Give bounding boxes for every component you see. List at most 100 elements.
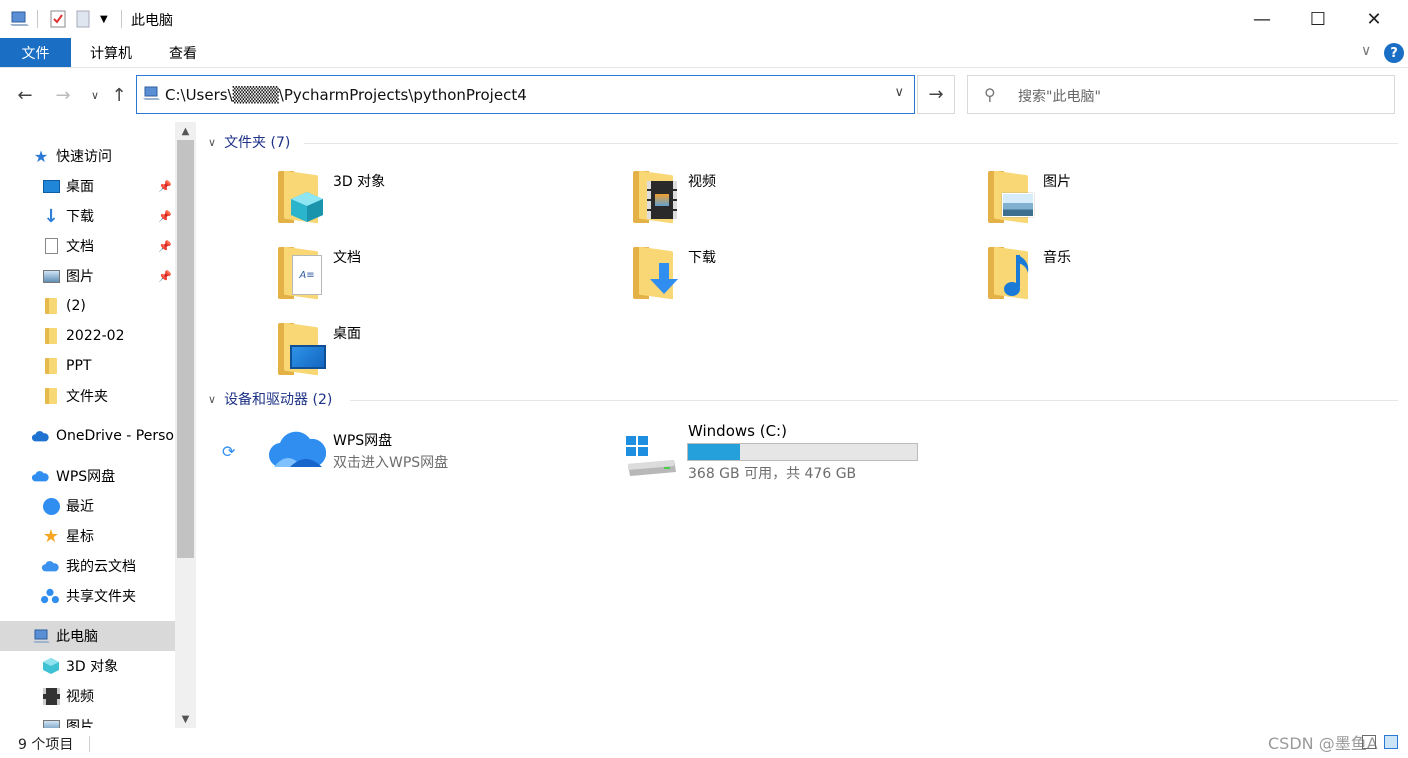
- search-box[interactable]: ⚲ 搜索"此电脑": [967, 75, 1395, 114]
- sidebar-item-pictures[interactable]: 图片: [0, 711, 175, 728]
- chevron-down-icon[interactable]: ∨: [208, 136, 216, 149]
- pin-icon[interactable]: 📌: [158, 210, 172, 223]
- sidebar-item-this-pc[interactable]: 此电脑: [0, 621, 175, 651]
- folder-name: 文档: [333, 250, 361, 266]
- sidebar-item-starred[interactable]: ★ 星标: [0, 521, 175, 551]
- large-icons-view-icon[interactable]: [1384, 735, 1398, 749]
- up-button[interactable]: ↑: [108, 83, 130, 107]
- drive-usage-bar: [687, 443, 918, 461]
- devices-group-header[interactable]: ∨ 设备和驱动器 (2): [208, 388, 332, 410]
- drive-subtitle: 双击进入WPS网盘: [333, 455, 449, 471]
- recent-locations-button[interactable]: ∨: [84, 83, 106, 107]
- tab-view[interactable]: 查看: [158, 38, 208, 67]
- sync-icon: ⟳: [222, 442, 236, 461]
- sidebar-item-documents[interactable]: 文档 📌: [0, 231, 175, 261]
- computer-icon: [33, 627, 51, 645]
- sidebar-item-desktop[interactable]: 桌面 📌: [0, 171, 175, 201]
- scroll-thumb[interactable]: [177, 140, 194, 558]
- folder-name: 音乐: [1043, 250, 1071, 266]
- folder-tile-downloads[interactable]: 下载: [631, 246, 971, 311]
- sidebar-item-recent[interactable]: 最近: [0, 491, 175, 521]
- expand-ribbon-icon[interactable]: ∨: [1361, 43, 1371, 59]
- maximize-button[interactable]: ☐: [1289, 0, 1347, 38]
- navigation-bar: ← → ∨ ↑ C:\Users\▒▒▒▒\PycharmProjects\py…: [0, 70, 1408, 120]
- sidebar-item-folder[interactable]: (2): [0, 291, 175, 321]
- go-button[interactable]: →: [917, 75, 955, 114]
- content-pane: ∨ 文件夹 (7) 3D 对象 视频 图片 A≡ 文档 下载 音乐 桌面 ∨ 设…: [200, 122, 1408, 728]
- c-drive-tile[interactable]: Windows (C:) 368 GB 可用，共 476 GB: [624, 420, 954, 484]
- folder-tile-videos[interactable]: 视频: [631, 170, 971, 235]
- folders-group-header[interactable]: ∨ 文件夹 (7): [208, 131, 290, 153]
- folder-tile-music[interactable]: 音乐: [986, 246, 1326, 311]
- sidebar-item-label: 此电脑: [56, 629, 98, 645]
- scroll-down-icon[interactable]: ▼: [175, 710, 196, 728]
- sidebar-item-downloads[interactable]: ↓ 下载 📌: [0, 201, 175, 231]
- minimize-button[interactable]: —: [1233, 0, 1291, 38]
- forward-button[interactable]: →: [52, 83, 74, 107]
- customize-toolbar-icon[interactable]: ▼: [100, 8, 108, 30]
- picture-icon: [42, 717, 60, 728]
- search-input[interactable]: 搜索"此电脑": [1018, 86, 1101, 106]
- properties-icon[interactable]: [50, 8, 66, 30]
- folder-tile-3d-objects[interactable]: 3D 对象: [276, 170, 616, 235]
- sidebar-item-label: 视频: [66, 689, 94, 705]
- folder-tile-pictures[interactable]: 图片: [986, 170, 1326, 235]
- chevron-down-icon[interactable]: ∨: [894, 85, 904, 100]
- help-icon[interactable]: ?: [1384, 43, 1404, 63]
- sidebar-item-pictures[interactable]: 图片 📌: [0, 261, 175, 291]
- wps-drive-tile[interactable]: ⟳ WPS网盘 双击进入WPS网盘: [220, 422, 520, 482]
- folder-name: 桌面: [333, 326, 361, 342]
- cube-icon: [42, 657, 60, 675]
- sidebar-item-label: 共享文件夹: [66, 589, 136, 605]
- address-path[interactable]: C:\Users\▒▒▒▒\PycharmProjects\pythonProj…: [165, 86, 527, 104]
- tab-computer[interactable]: 计算机: [80, 38, 142, 67]
- sidebar-item-quick-access[interactable]: ★ 快速访问: [0, 141, 175, 171]
- details-view-icon[interactable]: [1362, 735, 1376, 749]
- folder-tile-documents[interactable]: A≡ 文档: [276, 246, 616, 311]
- sidebar-item-label: PPT: [66, 358, 92, 374]
- sidebar-item-label: WPS网盘: [56, 469, 116, 485]
- sidebar-item-videos[interactable]: 视频: [0, 681, 175, 711]
- video-icon: [42, 687, 60, 705]
- cube-folder-icon: [278, 170, 323, 224]
- group-title: 文件夹 (7): [224, 135, 291, 151]
- sidebar-item-folder[interactable]: 文件夹: [0, 381, 175, 411]
- close-button[interactable]: ✕: [1345, 0, 1403, 38]
- document-folder-icon: A≡: [278, 246, 322, 300]
- sidebar-item-3d-objects[interactable]: 3D 对象: [0, 651, 175, 681]
- sidebar-item-onedrive[interactable]: OneDrive - Personal: [0, 421, 175, 451]
- new-folder-icon[interactable]: [76, 8, 90, 30]
- chevron-down-icon[interactable]: ∨: [208, 393, 216, 406]
- search-icon: ⚲: [984, 85, 996, 104]
- sidebar-item-cloud-docs[interactable]: 我的云文档: [0, 551, 175, 581]
- sidebar-item-folder[interactable]: 2022-02: [0, 321, 175, 351]
- sidebar-item-folder[interactable]: PPT: [0, 351, 175, 381]
- folder-icon: [42, 327, 60, 345]
- sidebar-item-label: 2022-02: [66, 328, 125, 344]
- star-icon: ★: [42, 525, 60, 547]
- pin-icon[interactable]: 📌: [158, 180, 172, 193]
- pin-icon[interactable]: 📌: [158, 240, 172, 253]
- scroll-up-icon[interactable]: ▲: [175, 122, 196, 140]
- title-bar: ▼ 此电脑 — ☐ ✕: [0, 0, 1408, 38]
- pin-icon[interactable]: 📌: [158, 270, 172, 283]
- share-icon: [41, 587, 59, 605]
- clock-icon: [42, 497, 60, 515]
- star-icon: ★: [33, 146, 49, 166]
- sidebar-item-label: 星标: [66, 529, 94, 545]
- folder-tile-desktop[interactable]: 桌面: [276, 322, 616, 387]
- window-title: 此电脑: [131, 13, 173, 29]
- sidebar-item-label: (2): [66, 298, 86, 314]
- tab-file[interactable]: 文件: [0, 38, 71, 67]
- cloud-doc-icon: [41, 557, 59, 575]
- sidebar-item-wps[interactable]: WPS网盘: [0, 461, 175, 491]
- document-icon: [42, 237, 60, 255]
- back-button[interactable]: ←: [14, 83, 36, 107]
- folder-name: 图片: [1043, 174, 1071, 190]
- folder-name: 3D 对象: [333, 174, 386, 190]
- folder-name: 视频: [688, 174, 716, 190]
- sidebar-scrollbar[interactable]: ▲ ▼: [175, 122, 196, 728]
- address-bar[interactable]: C:\Users\▒▒▒▒\PycharmProjects\pythonProj…: [136, 75, 915, 114]
- desktop-folder-icon: [278, 322, 326, 376]
- sidebar-item-shared[interactable]: 共享文件夹: [0, 581, 175, 611]
